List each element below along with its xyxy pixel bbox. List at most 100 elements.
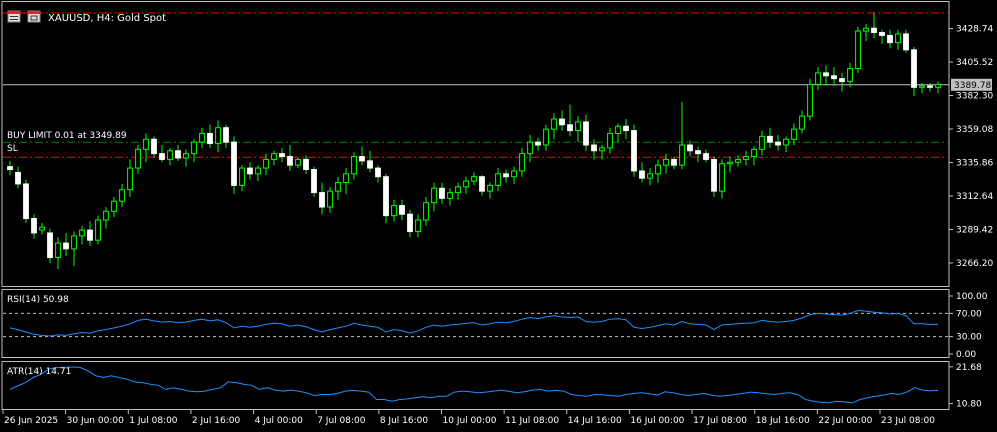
candle-body — [375, 167, 381, 178]
candle-body — [463, 180, 469, 188]
candle — [519, 147, 525, 177]
price-tick-label: 3335.86 — [956, 159, 993, 169]
candle-body — [831, 75, 837, 80]
candle-body — [455, 186, 461, 194]
candle-body — [279, 153, 285, 158]
candle-body — [567, 124, 573, 132]
candle-body — [287, 156, 293, 166]
candle-body — [31, 218, 37, 234]
candle-body — [247, 167, 253, 175]
candle — [191, 139, 197, 163]
candle-body — [391, 205, 397, 217]
candle — [311, 166, 317, 197]
candle-body — [207, 132, 213, 145]
candle-body — [879, 32, 885, 36]
candle-body — [743, 156, 749, 160]
candle — [375, 165, 381, 183]
candle-body — [503, 173, 509, 178]
candle — [759, 130, 765, 156]
candle — [15, 166, 21, 189]
candle — [151, 136, 157, 158]
time-tick-label: 18 Jul 16:00 — [756, 416, 810, 426]
candle-body — [431, 187, 437, 204]
candle — [935, 81, 941, 94]
candle-body — [327, 190, 333, 208]
candle-body — [383, 176, 389, 217]
candle-body — [775, 141, 781, 146]
candle-body — [647, 173, 653, 179]
candle-body — [311, 169, 317, 194]
candle-body — [223, 127, 229, 143]
candle-body — [175, 150, 181, 159]
candle — [543, 124, 549, 151]
time-tick-label: 17 Jul 08:00 — [693, 416, 747, 426]
candle-body — [15, 171, 21, 185]
candle-body — [439, 187, 445, 199]
candle — [703, 149, 709, 163]
candle — [663, 153, 669, 174]
candle-body — [863, 27, 869, 32]
candle-body — [7, 166, 13, 171]
candle-body — [79, 229, 85, 237]
candle — [343, 168, 349, 195]
candle-body — [631, 130, 637, 172]
candle — [711, 156, 717, 197]
candle-body — [303, 158, 309, 171]
candle-body — [767, 135, 773, 143]
price-tick-label: 3359.08 — [956, 125, 993, 135]
candle-body — [231, 141, 237, 186]
candle-body — [815, 72, 821, 85]
candle-body — [903, 33, 909, 51]
candle — [439, 182, 445, 205]
chart-title: XAUUSD, H4: Gold Spot — [48, 13, 166, 24]
candle — [631, 124, 637, 177]
candle-body — [399, 205, 405, 215]
time-tick-label: 26 Jun 2025 — [4, 416, 58, 426]
candle — [127, 159, 133, 197]
candle — [575, 116, 581, 143]
candle-body — [423, 202, 429, 221]
candle-body — [807, 83, 813, 117]
candle-body — [935, 83, 941, 88]
candle-body — [695, 150, 701, 155]
candle — [887, 29, 893, 49]
candle-body — [543, 128, 549, 146]
candle-body — [103, 210, 109, 221]
candle — [767, 127, 773, 148]
candle — [751, 146, 757, 166]
candle-body — [87, 229, 93, 241]
candle-body — [575, 121, 581, 132]
candle-body — [71, 235, 77, 250]
candle-body — [751, 148, 757, 158]
candle — [39, 222, 45, 235]
candle — [295, 157, 301, 169]
candle-body — [559, 118, 565, 126]
atr-line — [9, 366, 939, 404]
candle — [839, 72, 845, 92]
candle-body — [855, 30, 861, 70]
candle — [255, 165, 261, 182]
candle-body — [447, 192, 453, 199]
candle — [639, 162, 645, 183]
candle — [671, 156, 677, 170]
candle-body — [663, 158, 669, 166]
candle-body — [623, 125, 629, 132]
chart-menu-icon[interactable] — [7, 10, 21, 23]
candle — [655, 159, 661, 183]
candle — [231, 136, 237, 195]
trading-chart-window: 3389.78 3428.74 3405.52 3382.30 3359.08 3335… — [0, 0, 997, 432]
chart-canvas[interactable]: 3389.78 3428.74 3405.52 3382.30 3359.08 3335… — [0, 0, 997, 432]
candle-body — [615, 125, 621, 134]
candle-body — [823, 72, 829, 77]
price-tick-label: 3405.52 — [956, 58, 993, 68]
candle-body — [639, 170, 645, 179]
candle — [239, 165, 245, 192]
candle-body — [215, 127, 221, 145]
candle-body — [471, 176, 477, 182]
candle-body — [711, 158, 717, 192]
candle-body — [535, 141, 541, 146]
candle-body — [239, 167, 245, 186]
price-tick-label: 3312.64 — [956, 192, 993, 202]
candle-body — [63, 242, 69, 250]
window-restore-icon[interactable] — [27, 10, 41, 23]
